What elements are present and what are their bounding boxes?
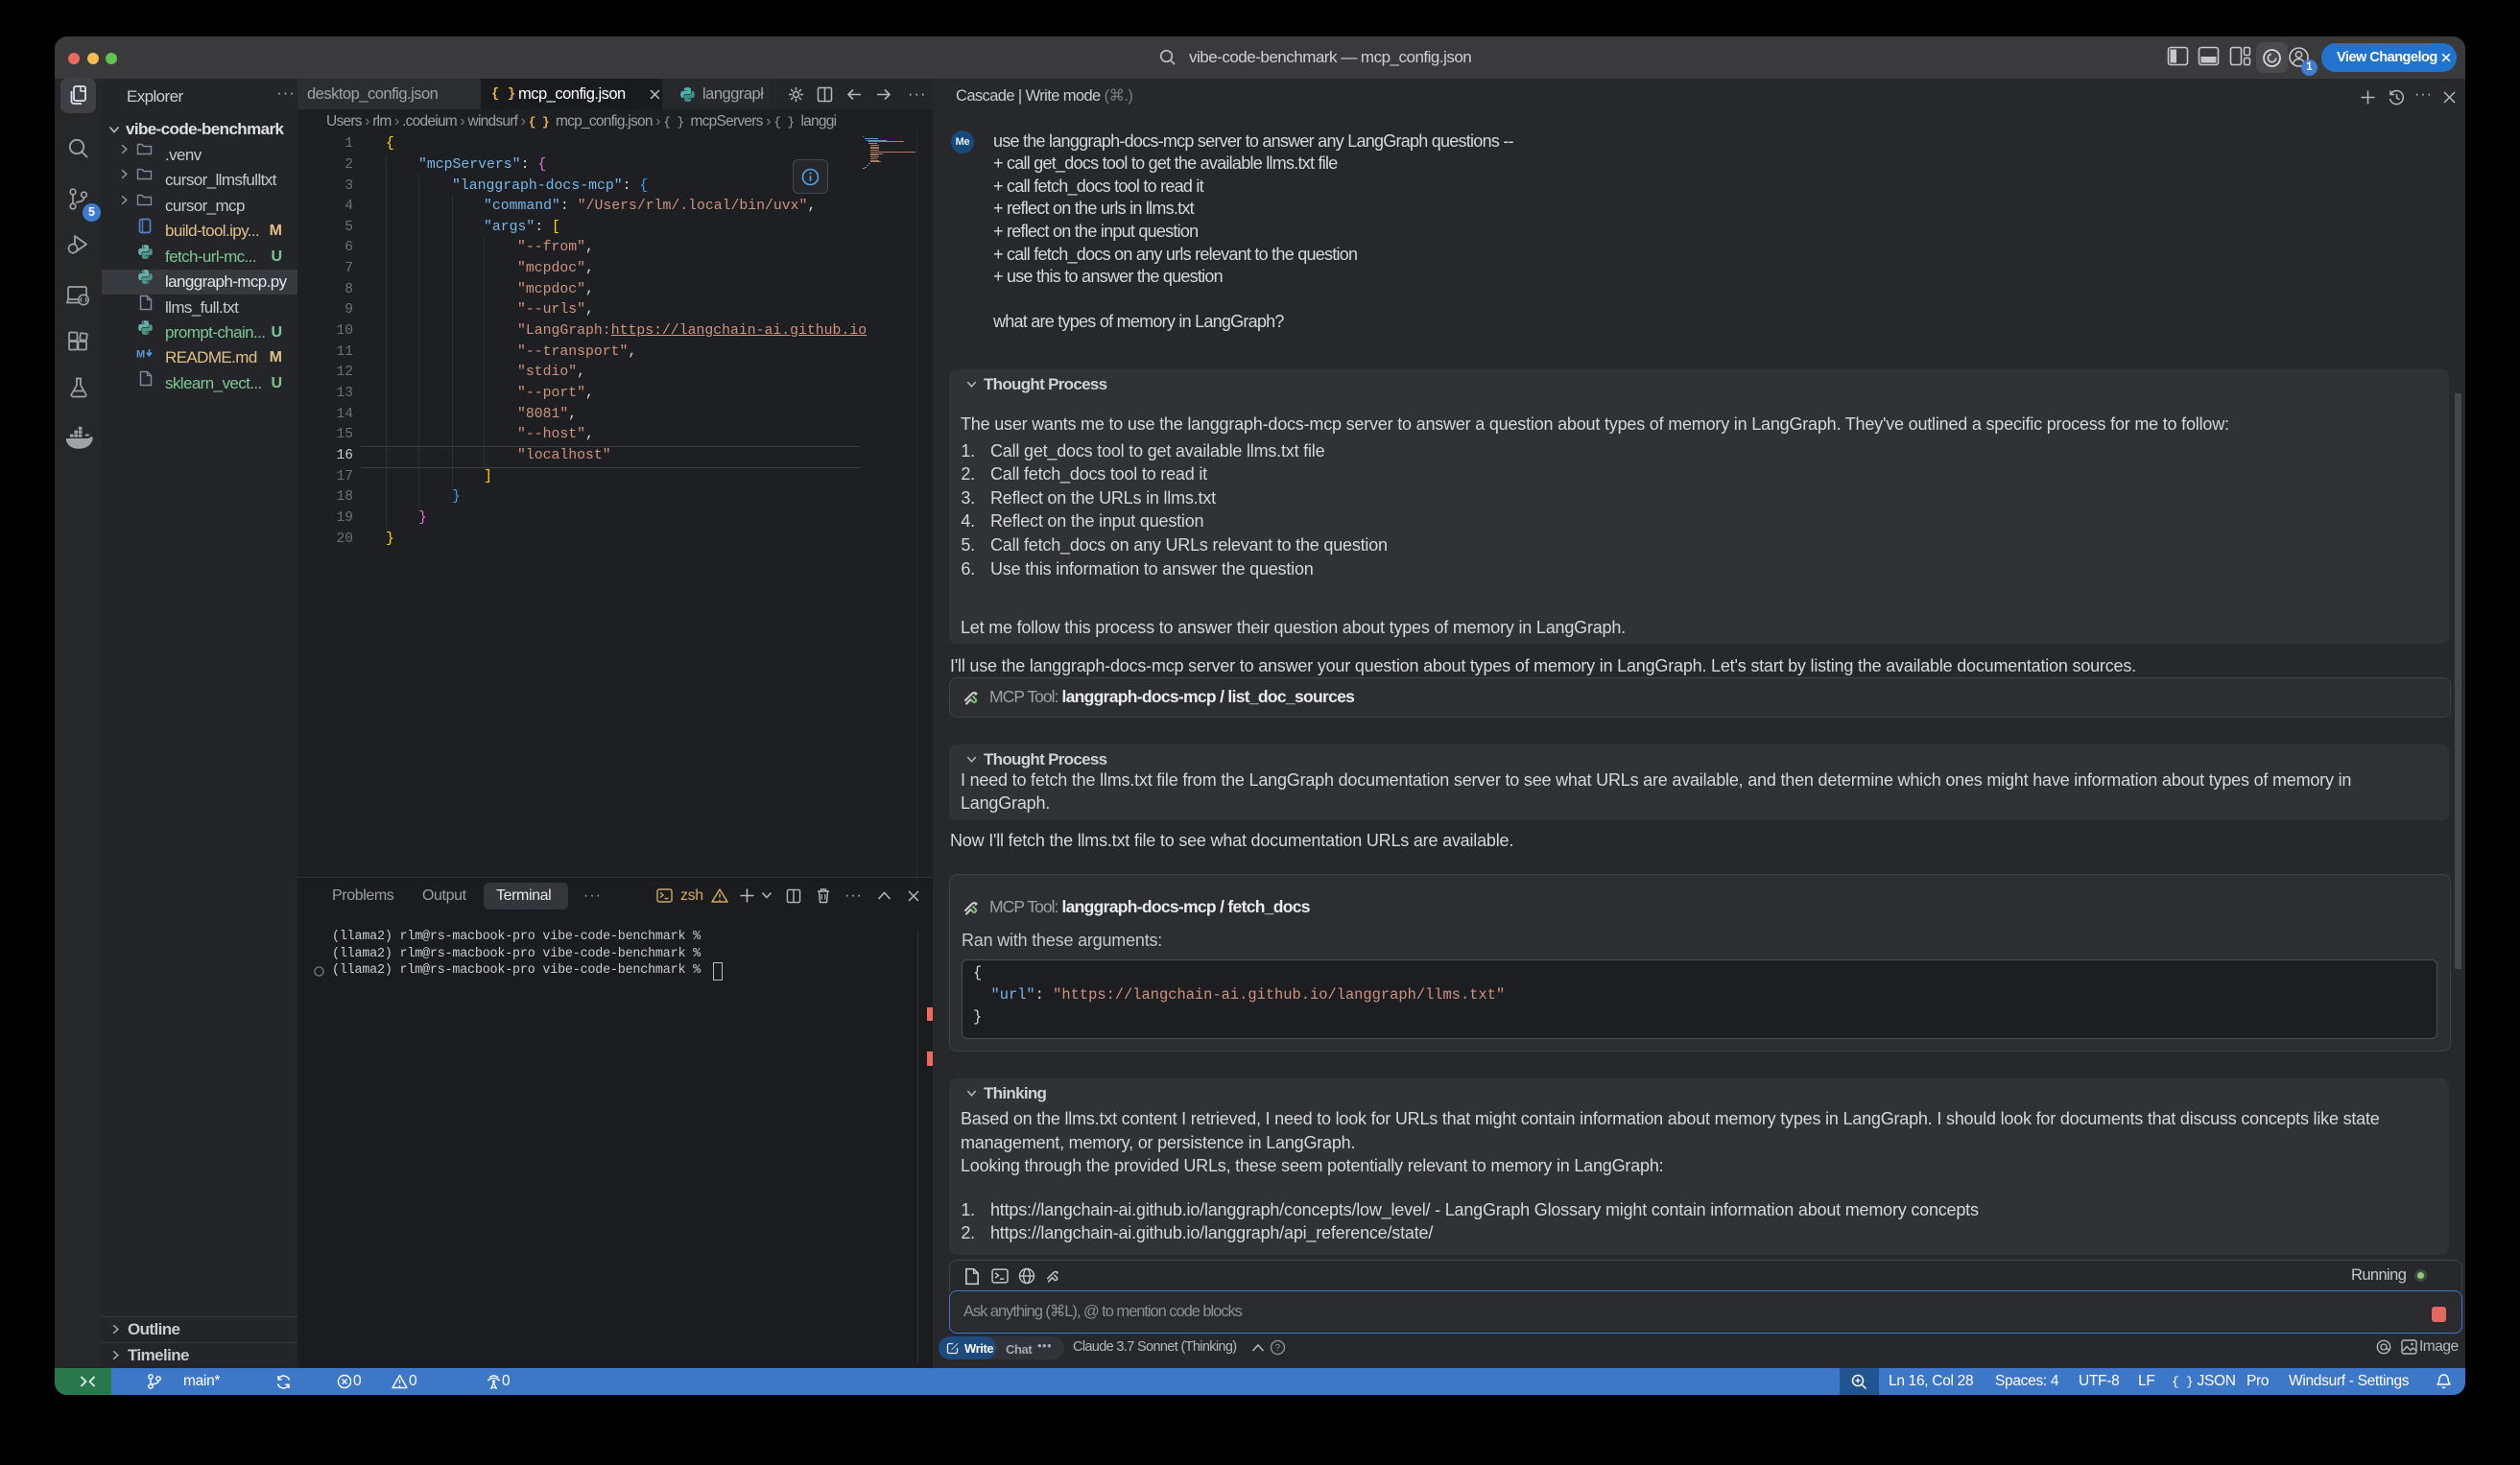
svg-text:?: ? xyxy=(1275,1343,1281,1354)
svg-text:M: M xyxy=(136,349,145,361)
